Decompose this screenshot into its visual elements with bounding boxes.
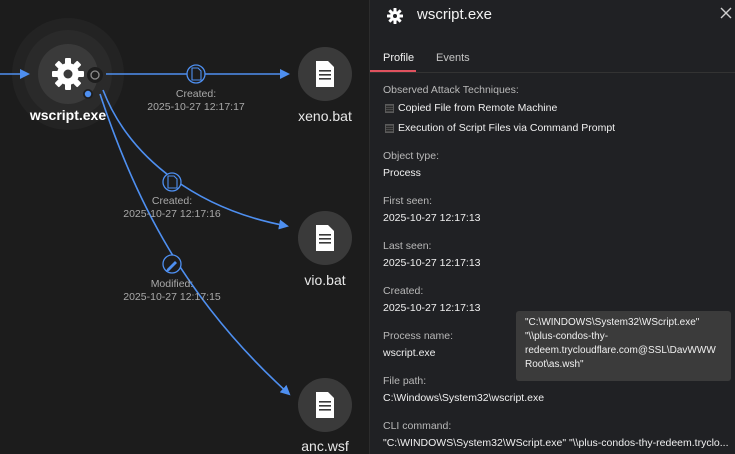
node-dot-indicator <box>84 90 92 98</box>
created-label: Created: <box>383 285 424 297</box>
last-seen-label: Last seen: <box>383 240 432 252</box>
gear-icon <box>52 58 84 90</box>
tooltip-line: Root\as.wsh" <box>525 359 584 370</box>
panel-header: wscript.exe <box>370 0 735 36</box>
first-seen-label: First seen: <box>383 195 433 207</box>
process-name-value: wscript.exe <box>383 347 436 359</box>
edge-anc-wsf[interactable] <box>99 93 291 396</box>
last-seen-value: 2025-10-27 12:17:13 <box>383 257 481 269</box>
graph-canvas <box>0 18 352 432</box>
tab-events[interactable]: Events <box>436 46 470 72</box>
object-type-value: Process <box>383 167 421 179</box>
panel-title: wscript.exe <box>417 6 493 23</box>
edge-vio-time: 2025-10-27 12:17:16 <box>123 208 221 220</box>
edge-xeno-time: 2025-10-27 12:17:17 <box>147 101 245 113</box>
close-icon[interactable] <box>719 5 733 21</box>
file-icon <box>316 392 334 418</box>
file-created-icon <box>162 172 182 192</box>
cli-command-label: CLI command: <box>383 420 452 432</box>
vio-bat-label[interactable]: vio.bat <box>285 272 365 288</box>
node-badge <box>87 67 103 83</box>
node-anc-wsf[interactable] <box>298 378 352 432</box>
panel-tabs: Profile Events <box>370 46 735 73</box>
tab-profile[interactable]: Profile <box>383 46 414 72</box>
technique-item: Execution of Script Files via Command Pr… <box>398 122 616 134</box>
created-value: 2025-10-27 12:17:13 <box>383 302 481 314</box>
technique-bullet-icon <box>385 104 394 113</box>
first-seen-value: 2025-10-27 12:17:13 <box>383 212 481 224</box>
tooltip-line: "\\plus-condos-thy- <box>525 331 609 342</box>
gear-icon <box>387 8 403 24</box>
detail-panel: wscript.exe Profile Events Observed Atta… <box>369 0 735 454</box>
technique-item: Copied File from Remote Machine <box>398 102 558 114</box>
cli-command-value[interactable]: "C:\WINDOWS\System32\WScript.exe" "\\plu… <box>383 437 729 449</box>
main-node-label[interactable]: wscript.exe <box>18 107 118 123</box>
file-created-icon <box>186 64 206 84</box>
tooltip-line: redeem.trycloudflare.com@SSL\DavWWW <box>525 345 716 356</box>
node-xeno-bat[interactable] <box>298 47 352 101</box>
pencil-icon <box>162 254 182 274</box>
active-tab-indicator <box>370 70 416 72</box>
file-path-label: File path: <box>383 375 427 387</box>
process-name-label: Process name: <box>383 330 454 342</box>
file-icon <box>316 225 334 251</box>
edge-anc-time: 2025-10-27 12:17:15 <box>123 291 221 303</box>
technique-bullet-icon <box>385 124 394 133</box>
object-type-label: Object type: <box>383 150 440 162</box>
tooltip-line: "C:\WINDOWS\System32\WScript.exe" <box>525 317 700 328</box>
process-graph[interactable]: wscript.exe Created: 2025-10-27 12:17:17… <box>0 0 369 454</box>
attack-techniques-label: Observed Attack Techniques: <box>383 84 519 96</box>
file-path-value: C:\Windows\System32\wscript.exe <box>383 392 545 404</box>
file-icon <box>316 61 334 87</box>
cli-command-tooltip: "C:\WINDOWS\System32\WScript.exe" "\\plu… <box>516 311 731 381</box>
anc-wsf-label[interactable]: anc.wsf <box>285 438 365 454</box>
node-vio-bat[interactable] <box>298 211 352 265</box>
xeno-bat-label[interactable]: xeno.bat <box>285 108 365 124</box>
